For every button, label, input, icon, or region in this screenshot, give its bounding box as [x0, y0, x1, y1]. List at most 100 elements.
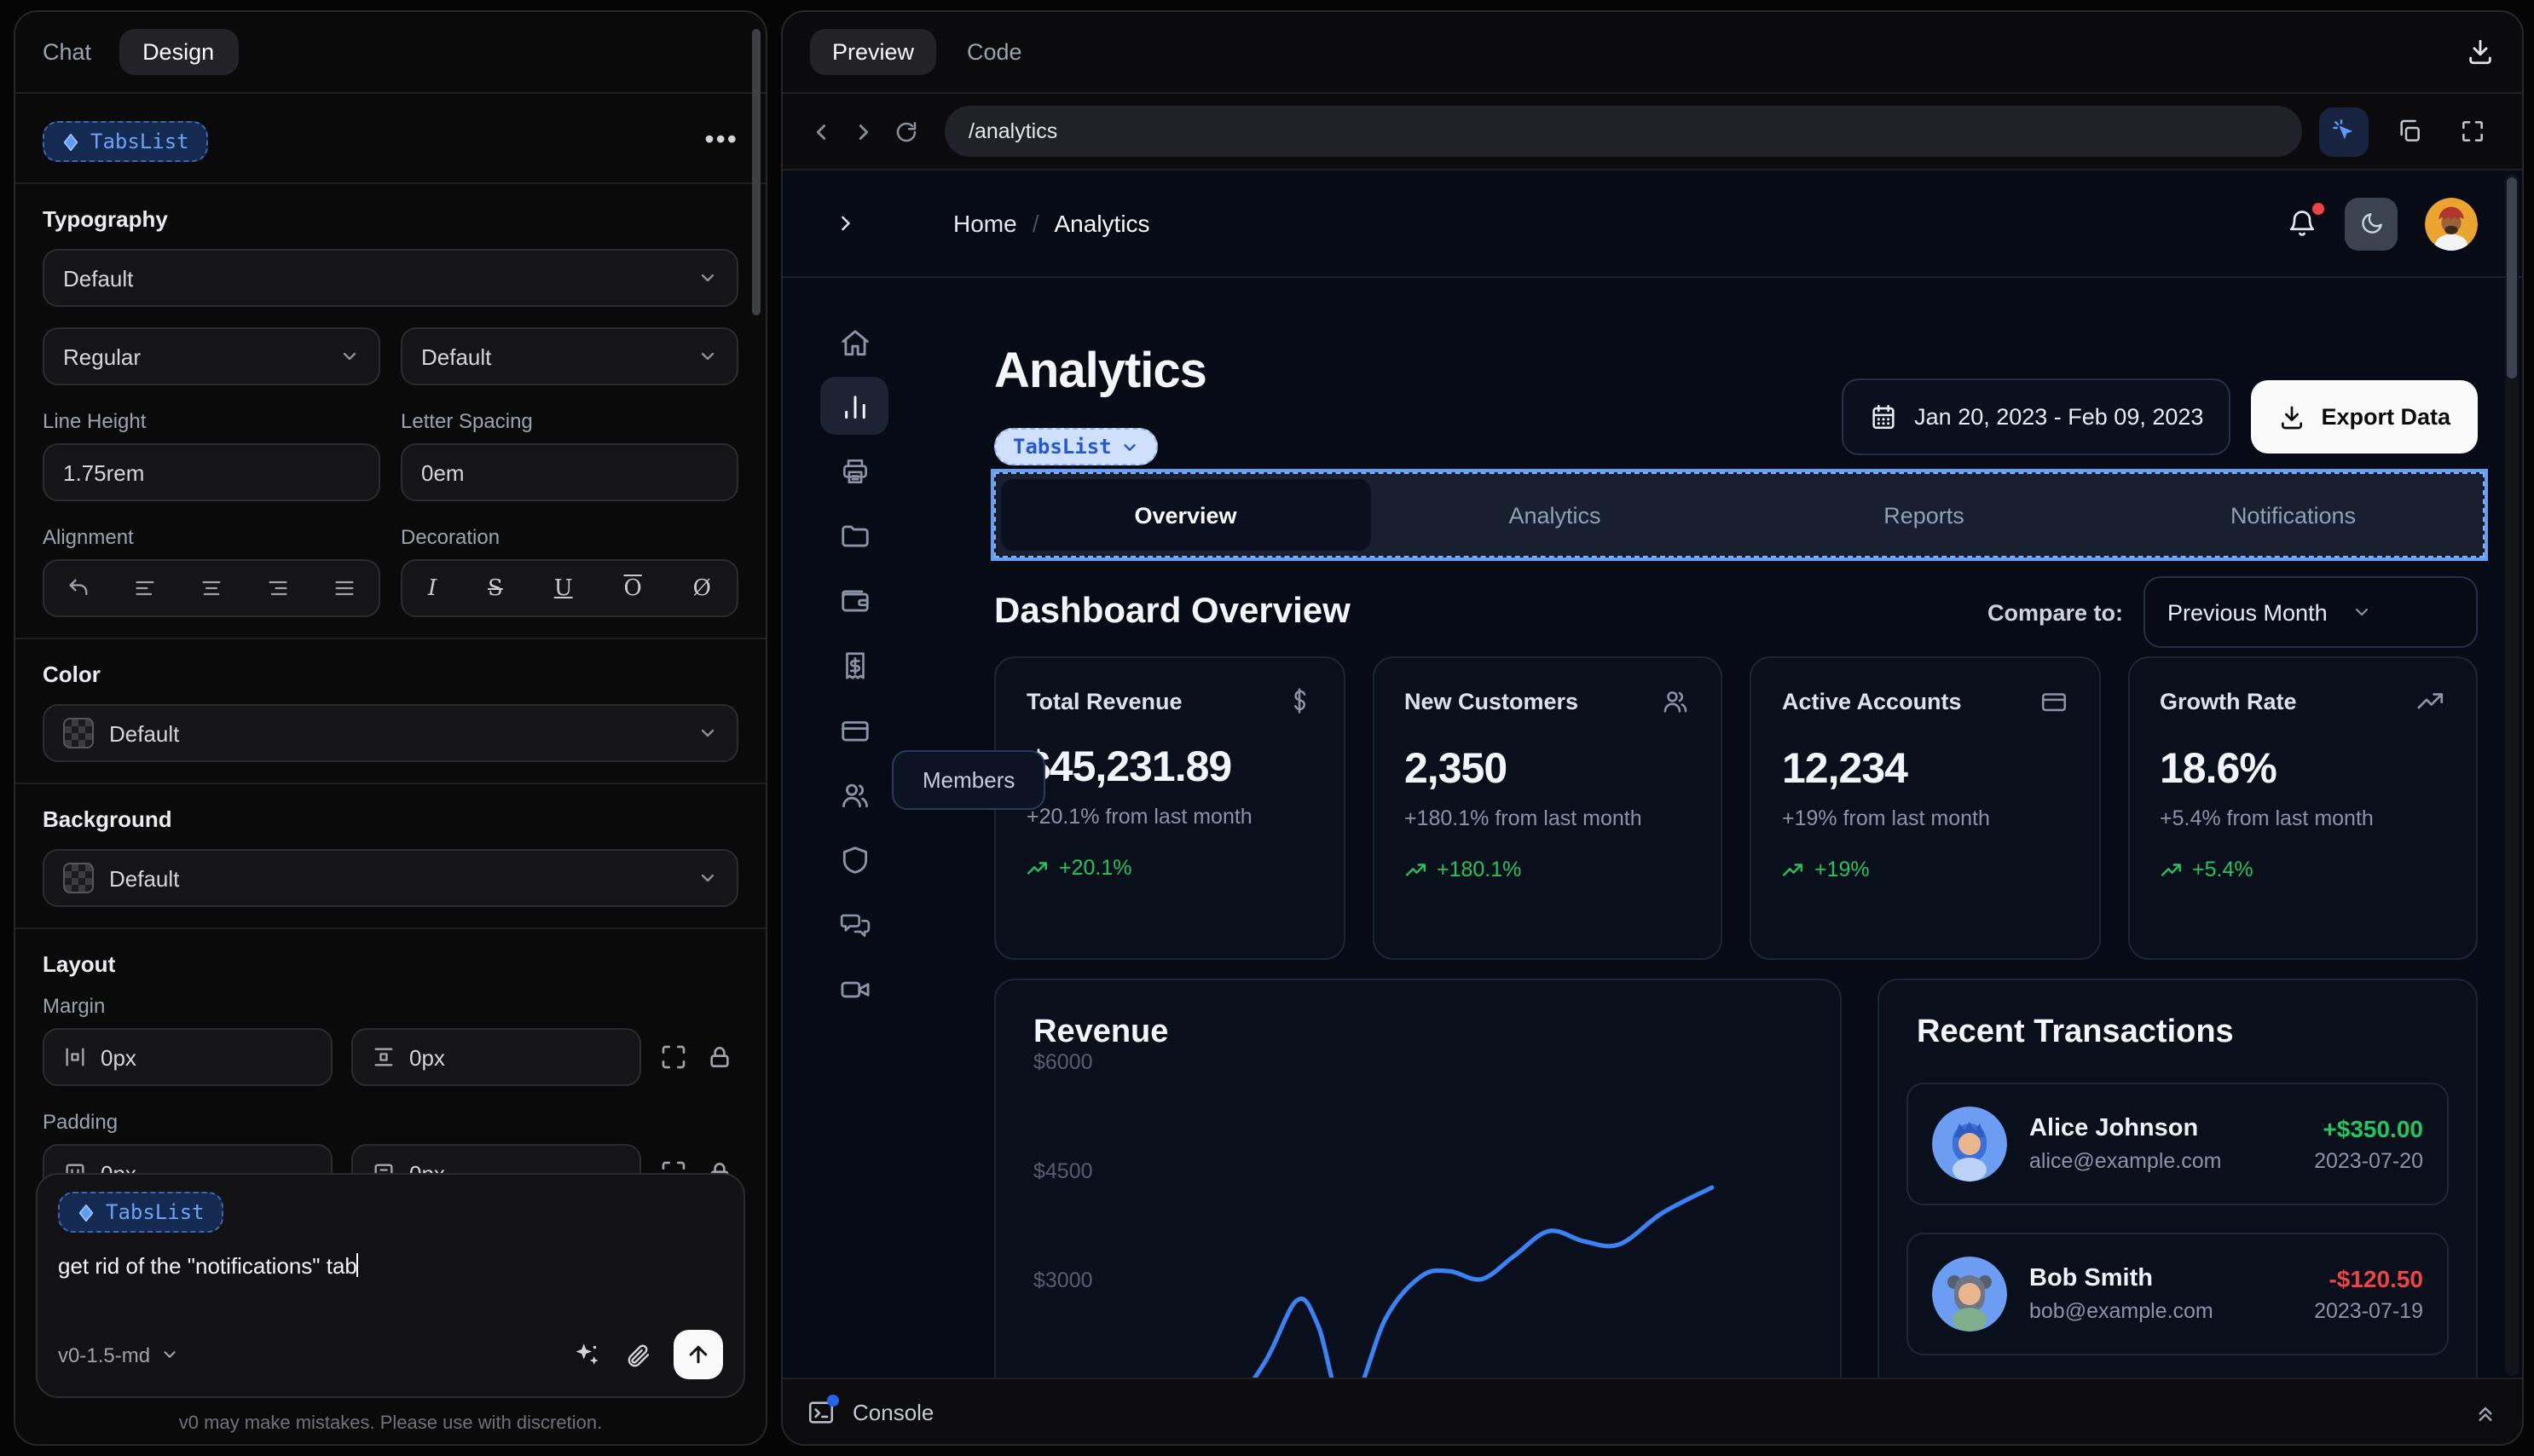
italic-icon[interactable]: I [428, 575, 437, 601]
padding-label: Padding [43, 1110, 119, 1134]
margin-y-input[interactable]: 0px [351, 1028, 641, 1086]
align-justify-icon[interactable] [333, 576, 357, 600]
sidebar-item-security[interactable] [820, 830, 888, 888]
lock-margin-icon[interactable] [706, 1043, 733, 1071]
font-weight-select[interactable]: Regular [43, 327, 380, 385]
breadcrumb: Home / Analytics [953, 210, 1150, 237]
sidebar-item-messages[interactable] [820, 895, 888, 953]
font-size-select[interactable]: Default [401, 327, 738, 385]
sidebar-expand-button[interactable] [834, 211, 858, 235]
user-avatar[interactable] [2425, 197, 2478, 250]
more-menu-button[interactable]: ••• [704, 126, 738, 157]
console-bar[interactable]: Console [783, 1378, 2522, 1444]
chevron-right-icon [859, 124, 869, 139]
sidebar-item-printer[interactable] [820, 442, 888, 500]
tab-notifications[interactable]: Notifications [2109, 479, 2478, 551]
margin-x-input[interactable]: 0px [43, 1028, 333, 1086]
cursor-select-icon [2332, 119, 2352, 140]
screen: Chat Design TabsList ••• Typography Defa… [0, 0, 2534, 1456]
url-bar[interactable]: /analytics [945, 106, 2302, 157]
preview-scrollbar[interactable] [2505, 174, 2519, 1376]
divider [15, 638, 766, 639]
send-button[interactable] [674, 1330, 723, 1379]
download-icon [2282, 405, 2303, 429]
sidebar-item-video[interactable] [820, 960, 888, 1018]
y-tick: $6000 [1033, 1050, 1093, 1074]
chat-composer[interactable]: TabsList get rid of the "notifications" … [36, 1173, 745, 1398]
decoration-label: Decoration [401, 525, 500, 549]
tab-code[interactable]: Code [967, 39, 1022, 65]
tab-overview[interactable]: Overview [1001, 479, 1370, 551]
tab-design[interactable]: Design [119, 29, 239, 75]
home-icon [841, 329, 868, 355]
selection-chip[interactable]: TabsList [994, 428, 1158, 465]
expand-margin-icon[interactable] [660, 1043, 687, 1071]
selected-component-chip[interactable]: TabsList [43, 121, 208, 162]
sidebar-item-members[interactable] [820, 766, 888, 823]
tab-analytics[interactable]: Analytics [1370, 479, 1739, 551]
tab-chat[interactable]: Chat [43, 39, 91, 65]
align-right-icon[interactable] [266, 576, 290, 600]
sidebar-item-cards[interactable] [820, 701, 888, 759]
font-family-select[interactable]: Default [43, 249, 738, 307]
composer-component-chip[interactable]: TabsList [58, 1192, 223, 1233]
design-panel: Chat Design TabsList ••• Typography Defa… [14, 10, 767, 1446]
design-panel-scrollbar[interactable] [752, 29, 761, 315]
strikethrough-icon[interactable]: S [488, 575, 503, 601]
compare-select[interactable]: Previous Month [2143, 576, 2478, 648]
users-icon [1661, 687, 1690, 716]
users-icon [842, 783, 867, 807]
date-range-button[interactable]: Jan 20, 2023 - Feb 09, 2023 [1841, 378, 2231, 455]
design-panel-header: Chat Design [15, 12, 766, 94]
breadcrumb-home[interactable]: Home [953, 210, 1017, 237]
chevrons-up-icon [2479, 1406, 2492, 1420]
sidebar-item-folder[interactable] [820, 506, 888, 564]
sidebar-item-invoices[interactable] [820, 636, 888, 694]
sidebar-item-wallet[interactable] [820, 571, 888, 629]
no-decoration-icon[interactable]: Ø [693, 575, 711, 601]
diamond-icon [63, 132, 78, 151]
align-center-icon[interactable] [200, 576, 223, 600]
tabslist: Overview Analytics Reports Notifications [996, 474, 2483, 556]
app-header: Home / Analytics [783, 170, 2522, 278]
theme-toggle-button[interactable] [2345, 197, 2398, 250]
transaction-date: 2023-07-19 [2314, 1299, 2423, 1323]
model-select[interactable]: v0-1.5-md [58, 1343, 179, 1366]
download-icon [2469, 39, 2491, 65]
refresh-button[interactable] [885, 118, 928, 144]
composer-message[interactable]: get rid of the "notifications" tab [58, 1253, 723, 1279]
breadcrumb-current: Analytics [1054, 210, 1150, 237]
attach-file-button[interactable] [624, 1341, 651, 1368]
scrollbar-thumb[interactable] [2507, 177, 2517, 378]
sidebar-item-analytics[interactable] [820, 377, 888, 435]
alignment-toolbar [43, 559, 380, 617]
duplicate-button[interactable] [2387, 118, 2432, 145]
enhance-prompt-button[interactable] [573, 1340, 602, 1369]
color-select[interactable]: Default [43, 704, 738, 762]
letter-spacing-input[interactable]: 0em [401, 443, 738, 501]
fullscreen-button[interactable] [2450, 118, 2495, 145]
align-left-icon[interactable] [133, 576, 157, 600]
expand-console-button[interactable] [2473, 1399, 2498, 1424]
transaction-row[interactable]: Bob Smith bob@example.com -$120.50 2023-… [1906, 1233, 2449, 1355]
transactions-card: Recent Transactions Alice Johnson alice@… [1877, 979, 2478, 1379]
undo-icon[interactable] [66, 576, 90, 600]
overline-icon[interactable]: O [623, 575, 641, 601]
back-button[interactable] [800, 118, 842, 144]
underline-icon[interactable]: U [554, 575, 573, 601]
background-select[interactable]: Default [43, 849, 738, 907]
console-activity-dot [827, 1394, 839, 1406]
sidebar-item-home[interactable] [820, 314, 888, 372]
download-button[interactable] [2466, 38, 2495, 66]
notifications-button[interactable] [2287, 203, 2324, 239]
tab-preview[interactable]: Preview [810, 29, 937, 75]
forward-button[interactable] [842, 118, 885, 144]
select-element-button[interactable] [2319, 107, 2369, 156]
transaction-row[interactable]: Alice Johnson alice@example.com +$350.00… [1906, 1083, 2449, 1205]
export-data-button[interactable]: Export Data [2251, 380, 2478, 454]
transaction-amount: +$350.00 [2323, 1115, 2423, 1142]
tab-reports[interactable]: Reports [1739, 479, 2109, 551]
line-height-input[interactable]: 1.75rem [43, 443, 380, 501]
chevron-down-icon [164, 1351, 176, 1358]
y-tick: $3000 [1033, 1268, 1093, 1292]
